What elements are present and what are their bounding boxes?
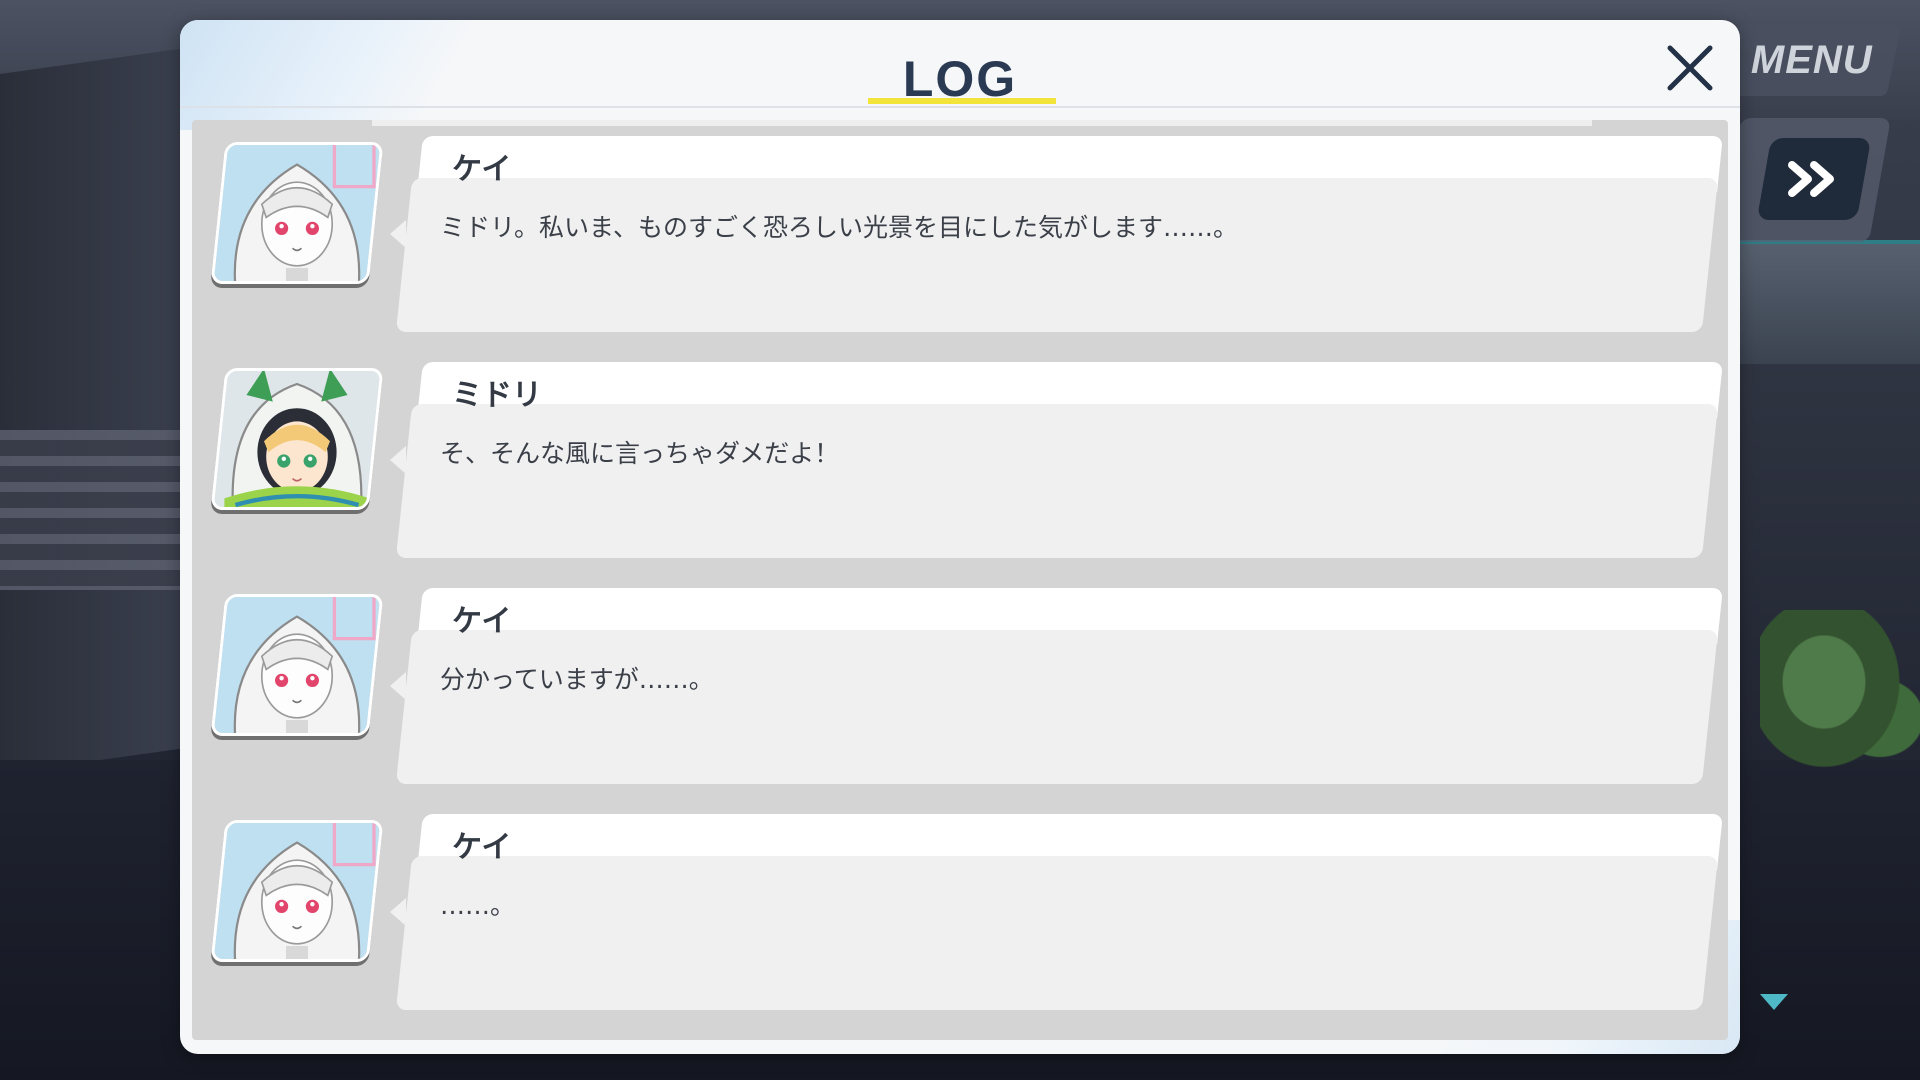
fast-forward-button[interactable] <box>1756 138 1872 220</box>
kei-portrait <box>210 820 384 962</box>
log-entry: ミドリ そ、そんな風に言っちゃダメだよ！ <box>192 346 1728 572</box>
menu-button[interactable]: MENU <box>1722 24 1902 96</box>
background-window <box>1740 240 1920 364</box>
message-text: ミドリ。私いま、ものすごく恐ろしい光景を目にした気がします……。 <box>440 213 1239 242</box>
speaker-name: ケイ <box>452 604 512 639</box>
message-text: ……。 <box>440 891 516 920</box>
speaker-name: ケイ <box>452 152 512 187</box>
bubble-tail <box>390 446 406 474</box>
fast-forward-icon <box>1788 161 1834 197</box>
message-bubble <box>395 178 1719 332</box>
message-text: 分かっていますが……。 <box>440 665 714 694</box>
close-icon <box>1667 45 1713 91</box>
background-plant <box>1760 610 1920 790</box>
menu-label: MENU <box>1751 37 1873 82</box>
log-list[interactable]: ケイ ミドリ。私いま、ものすごく恐ろしい光景を目にした気がします……。 ミドリ … <box>192 120 1728 1040</box>
message-bubble <box>395 404 1719 558</box>
title-underline <box>868 98 1056 104</box>
kei-portrait <box>210 142 384 284</box>
background-stairs <box>0 430 190 590</box>
message-bubble <box>395 630 1719 784</box>
kei-portrait <box>210 594 384 736</box>
log-entry: ケイ ミドリ。私いま、ものすごく恐ろしい光景を目にした気がします……。 <box>192 120 1728 346</box>
midori-portrait <box>210 368 384 510</box>
background-wall <box>0 45 200 775</box>
message-bubble <box>395 856 1719 1010</box>
header-divider <box>180 106 1740 108</box>
bubble-tail <box>390 220 406 248</box>
log-panel: LOG ケイ ミドリ。私いま、ものすごく恐ろしい光景を目にした気がします……。 … <box>180 20 1740 1054</box>
bubble-tail <box>390 898 406 926</box>
message-text: そ、そんな風に言っちゃダメだよ！ <box>440 439 840 468</box>
log-entry: ケイ 分かっていますが……。 <box>192 572 1728 798</box>
log-entry: ケイ ……。 <box>192 798 1728 1024</box>
speaker-name: ケイ <box>452 830 512 865</box>
close-button[interactable] <box>1654 32 1726 104</box>
scroll-down-icon[interactable] <box>1760 994 1788 1010</box>
bubble-tail <box>390 672 406 700</box>
speaker-name: ミドリ <box>452 378 542 413</box>
